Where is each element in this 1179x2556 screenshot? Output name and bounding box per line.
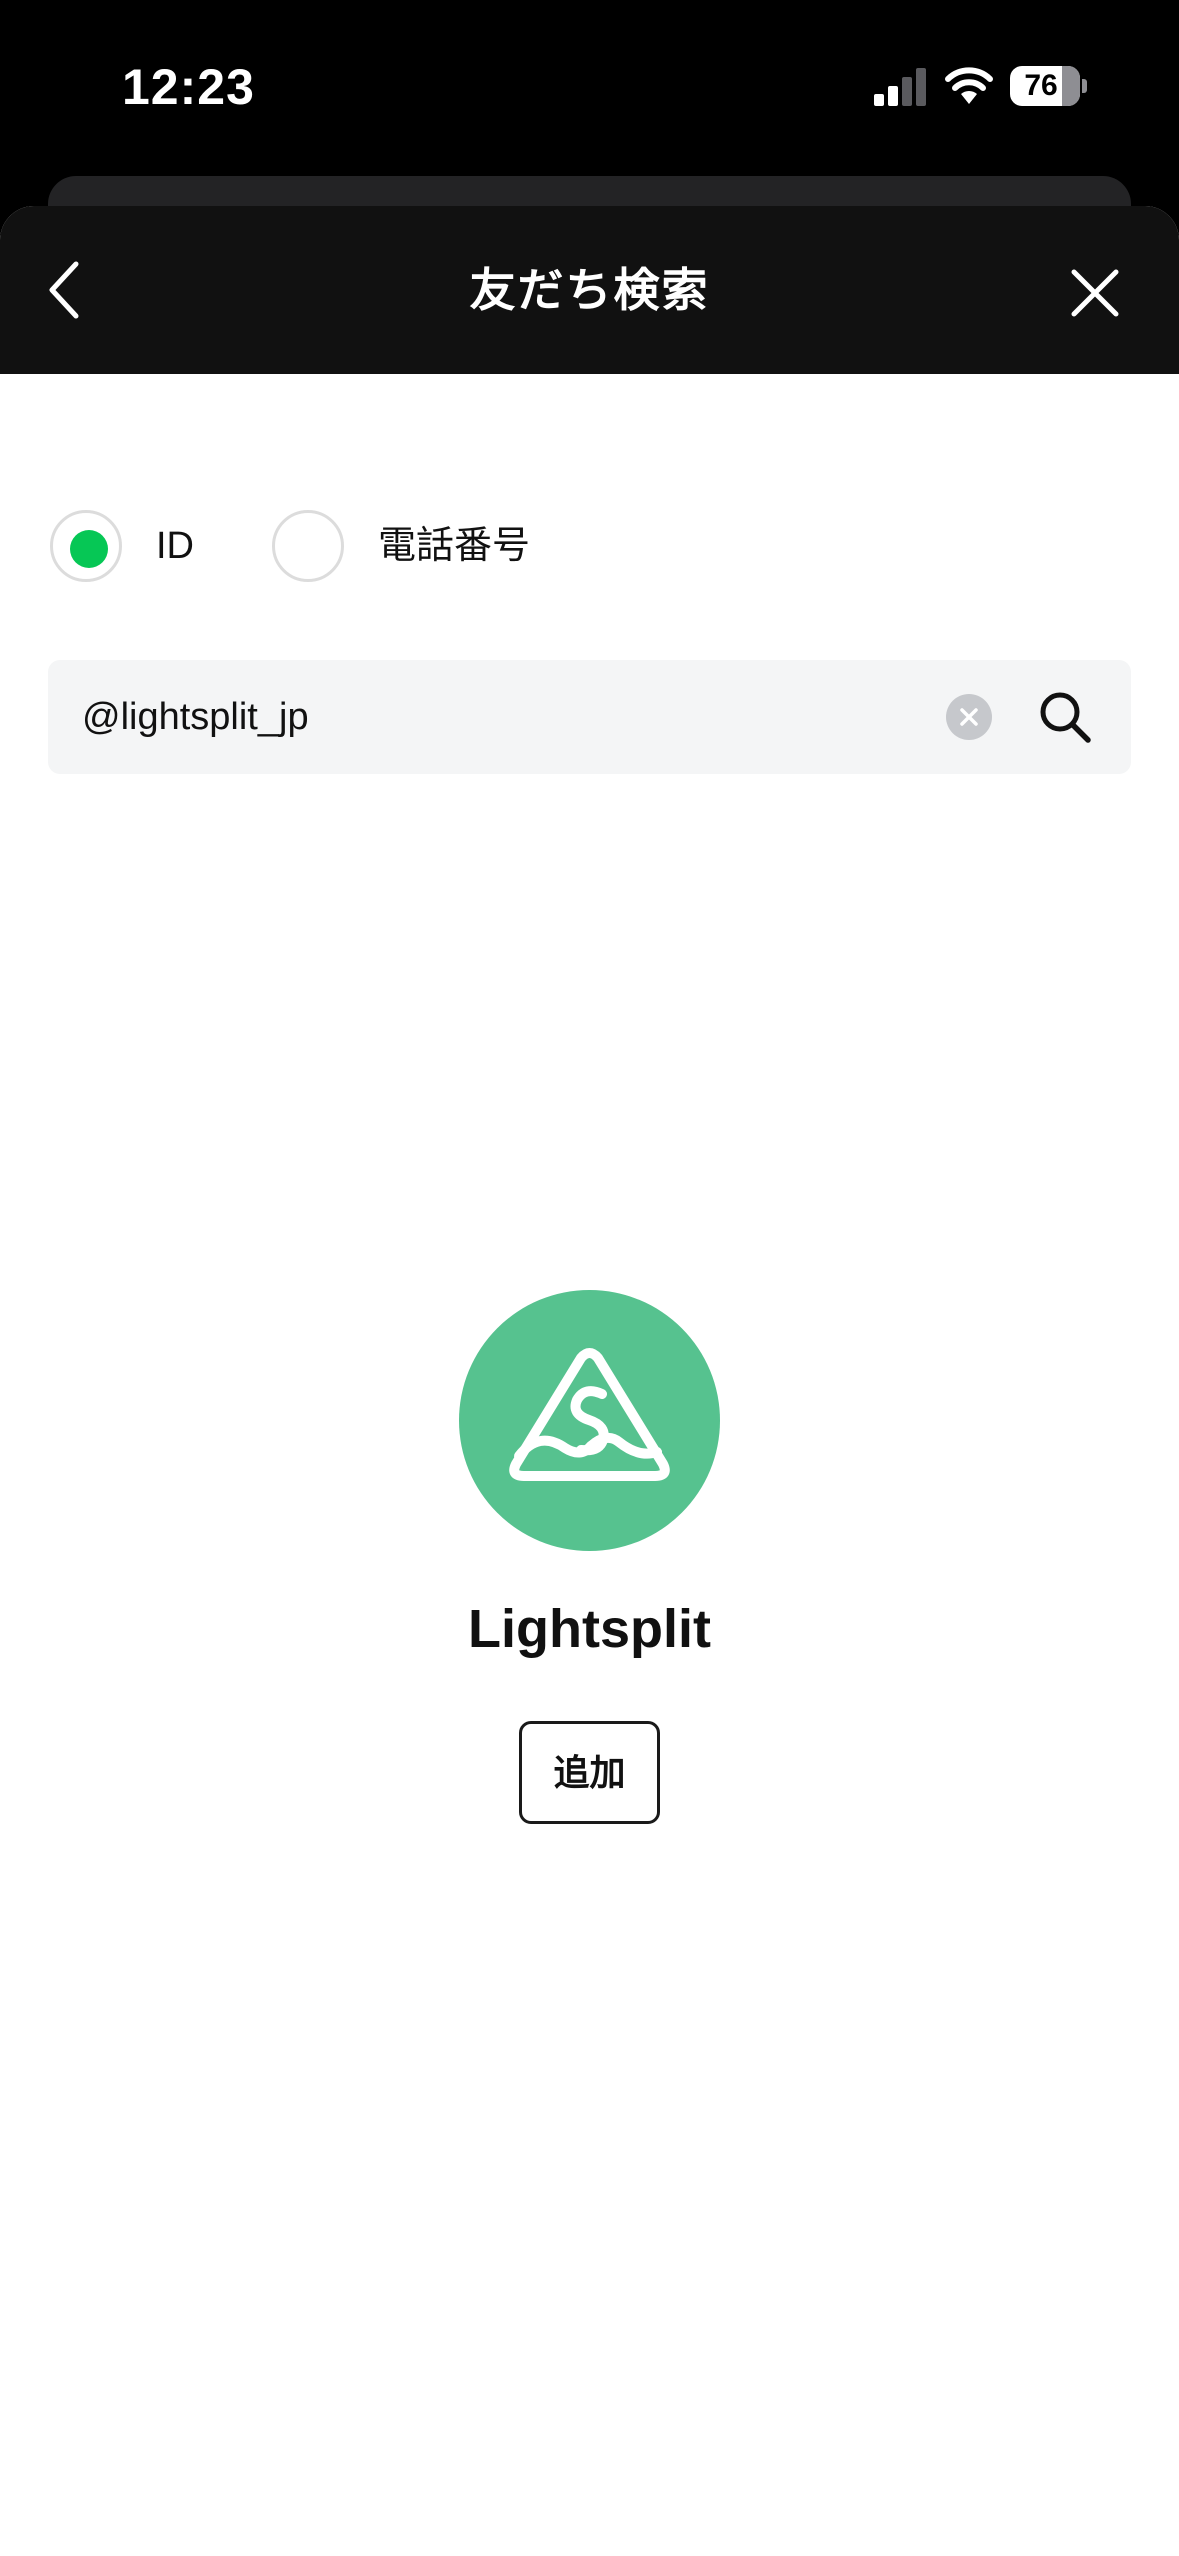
wifi-icon	[945, 67, 993, 104]
page-title: 友だち検索	[469, 264, 710, 316]
search-icon	[1040, 692, 1091, 743]
chevron-left-icon	[49, 261, 79, 319]
result-name: Lightsplit	[468, 1599, 711, 1659]
battery-icon: 76	[1010, 66, 1088, 106]
search-button[interactable]	[1036, 688, 1094, 746]
radio-selected-dot	[70, 530, 108, 568]
status-bar: 12:23 76	[0, 0, 1179, 175]
status-time: 12:23	[122, 59, 255, 115]
clear-icon	[960, 708, 978, 726]
avatar	[459, 1290, 720, 1551]
signal-icon	[874, 68, 926, 106]
lightsplit-logo-icon	[509, 1348, 670, 1481]
friend-search-sheet: 友だち検索 ID 電話番号 @lightsplit_jp Lightsplit …	[0, 206, 1179, 2556]
search-box	[48, 660, 1131, 774]
radio-button-id[interactable]	[50, 510, 122, 582]
radio-option-phone[interactable]: 電話番号	[272, 510, 552, 586]
radio-option-id[interactable]: ID	[50, 510, 210, 586]
radio-label-phone: 電話番号	[378, 525, 531, 567]
close-button[interactable]	[1060, 258, 1130, 328]
close-icon	[1071, 269, 1119, 317]
battery-level: 76	[1024, 69, 1058, 102]
clear-button[interactable]	[946, 694, 992, 740]
add-friend-button[interactable]: 追加	[519, 1721, 660, 1824]
search-input[interactable]	[82, 660, 962, 774]
back-button[interactable]	[38, 254, 98, 326]
nav-bar: 友だち検索	[0, 206, 1179, 374]
radio-button-phone[interactable]	[272, 510, 344, 582]
radio-label-id: ID	[156, 525, 194, 567]
